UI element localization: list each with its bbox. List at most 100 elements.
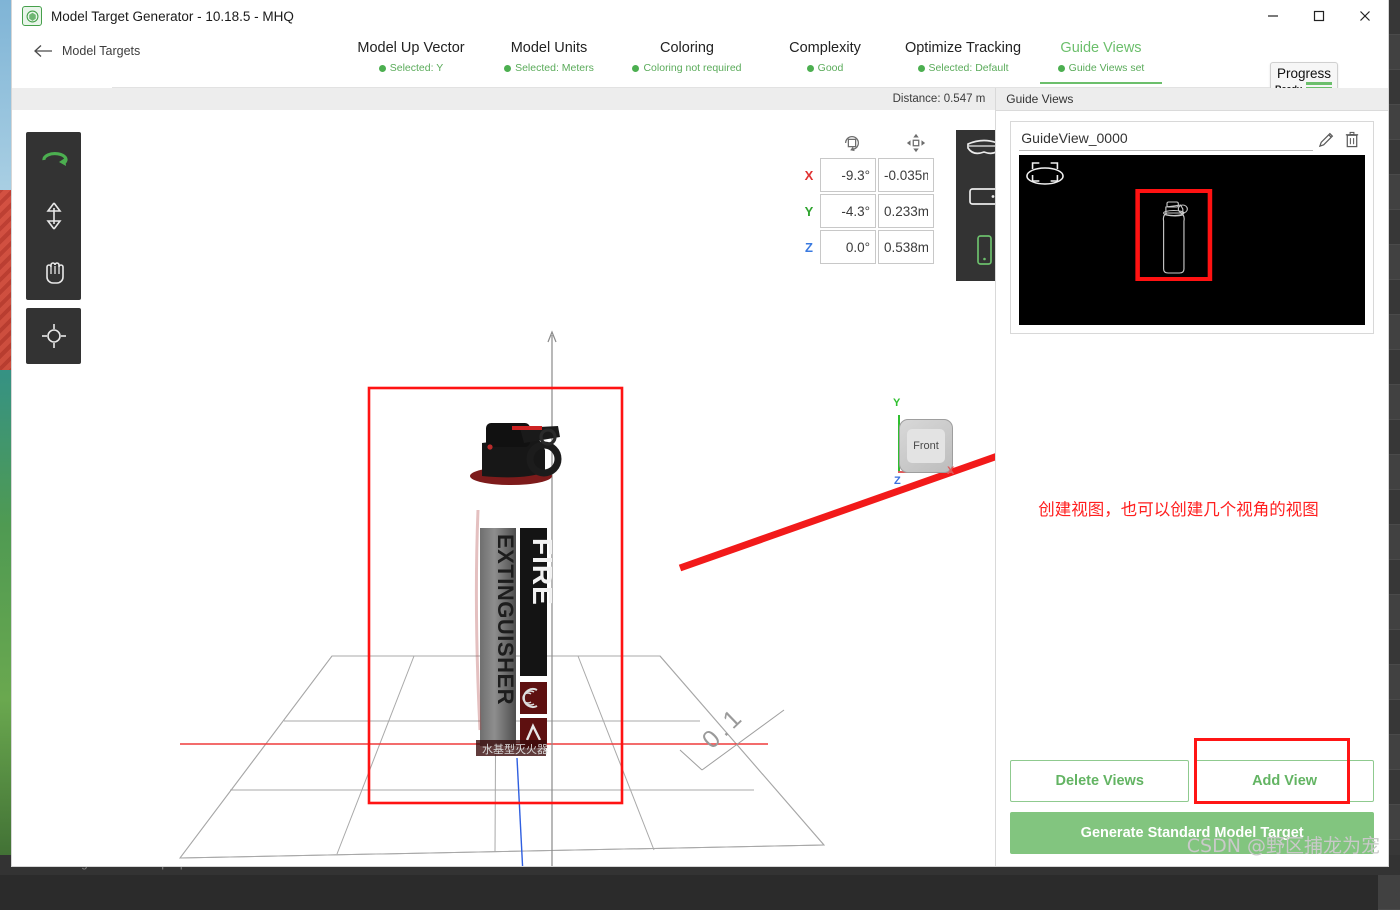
3d-viewport[interactable]: FIRE EXTINGUISHER 水基型灭火器 0.1 X -9.3° -0.… [12,110,996,866]
guide-view-card[interactable] [1010,121,1374,334]
edit-guide-view-button[interactable] [1313,129,1339,151]
orbit-icon [41,151,68,166]
step-model-units[interactable]: Model Units Selected: Meters [480,32,618,74]
svg-text:水基型灭火器: 水基型灭火器 [482,742,548,756]
cube-label-y: Y [893,397,901,409]
distance-value: 0.547 m [943,93,986,105]
app-window: Model Target Generator - 10.18.5 - MHQ M… [12,0,1388,866]
rotation-x-input[interactable] [820,158,876,192]
step-optimize-tracking[interactable]: Optimize Tracking Selected: Default [894,32,1032,74]
updown-arrows-icon [45,202,62,230]
step-coloring[interactable]: Coloring Coloring not required [618,32,756,74]
background-window-row [1378,875,1400,910]
minimize-button[interactable] [1250,0,1296,32]
ar-headset-device-button[interactable] [965,136,996,163]
step-status: Coloring not required [618,62,756,74]
phone-icon [976,235,992,265]
step-complexity[interactable]: Complexity Good [756,32,894,74]
arrow-left-icon [34,45,52,57]
device-selector [956,130,996,281]
status-dot-icon [378,64,386,72]
axis-label-z: Z [805,239,813,255]
csdn-watermark: CSDN @野区捕龙为宠 [1186,835,1380,857]
transform-widget: X Y Z [798,130,996,281]
rotation-y-input[interactable] [820,194,876,228]
guide-views-actions: Delete Views Add View [1010,760,1374,802]
fire-extinguisher-model: FIRE EXTINGUISHER 水基型灭火器 [469,423,562,760]
translation-z-input[interactable] [878,230,934,264]
maximize-button[interactable] [1296,0,1342,32]
step-status: Selected: Y [342,62,480,74]
cube-label-z: Z [894,475,901,487]
delete-guide-view-button[interactable] [1339,129,1365,151]
add-view-button[interactable]: Add View [1195,760,1374,802]
guide-views-panel-header: Guide Views [996,88,1388,111]
app-logo-icon [22,6,42,26]
step-name: Model Up Vector [357,40,465,56]
guide-view-card-header [1011,122,1373,155]
rotation-z-input[interactable] [820,230,876,264]
window-title: Model Target Generator - 10.18.5 - MHQ [51,8,294,24]
distance-label: Distance: [892,93,941,105]
viewport-column: Distance: 0.547 m FIRE EXTINGUISHER 水基型灭… [12,88,996,866]
step-status-text: Guide Views set [1068,62,1145,74]
transform-row-y: Y [798,194,948,228]
svg-text:FIRE: FIRE [527,538,558,606]
phone-device-button[interactable] [974,234,994,271]
step-name: Guide Views [1060,40,1142,56]
step-guide-views[interactable]: Guide Views Guide Views set [1032,32,1170,84]
dimension-right-label: 0.1 [697,702,750,755]
window-controls [1250,0,1388,32]
close-button[interactable] [1342,0,1388,32]
back-to-model-targets[interactable]: Model Targets [12,32,342,58]
cube-box[interactable]: Front [899,419,953,473]
view-cube[interactable]: Front Y X Z [885,393,955,488]
guide-view-thumbnail[interactable] [1019,155,1365,325]
step-status-text: Selected: Default [928,62,1009,74]
step-status-text: Selected: Meters [515,62,594,74]
pencil-icon [1318,132,1333,148]
ar-headset-icon [966,139,996,155]
axis-label-y: Y [804,203,814,219]
step-status: Selected: Meters [480,62,618,74]
chinese-annotation: 创建视图，也可以创建几个视角的视图 [1038,500,1319,519]
trash-icon [1345,131,1359,148]
status-dot-icon [917,64,925,72]
translation-y-input[interactable] [878,194,934,228]
hand-icon [45,262,64,284]
focus-tools-group [26,308,81,364]
guide-views-title: Guide Views [1006,92,1074,106]
focus-target-tool[interactable] [26,308,81,364]
viewport-infobar: Distance: 0.547 m [12,88,996,111]
step-model-up-vector[interactable]: Model Up Vector Selected: Y [342,32,480,74]
step-status: Selected: Default [894,62,1032,74]
axis-z-line [516,757,524,866]
axis-label-x: X [804,167,814,183]
zoom-vertical-tool[interactable] [26,188,81,244]
back-label: Model Targets [62,44,141,58]
cube-face-label[interactable]: Front [907,429,945,463]
guide-view-name-input[interactable] [1019,128,1313,151]
progress-label: Progress [1276,66,1332,81]
distance-readout: Distance: 0.547 m [893,93,996,105]
target-icon [41,324,66,348]
guide-views-list: 创建视图，也可以创建几个视角的视图 [996,111,1388,760]
pan-hand-tool[interactable] [26,244,81,300]
navigation-tools-group [26,132,81,300]
rotate-icon [845,136,859,152]
cube-label-x: X [947,465,955,477]
guide-view-preview [1019,155,1365,325]
status-dot-icon [632,64,640,72]
transform-row-z: Z [798,230,948,264]
step-name: Model Units [510,40,588,56]
tablet-device-button[interactable] [968,185,996,212]
translation-column-header [884,130,948,156]
delete-views-button[interactable]: Delete Views [1010,760,1190,802]
transform-row-x: X [798,158,948,192]
svg-text:EXTINGUISHER: EXTINGUISHER [493,534,518,705]
step-name: Complexity [789,40,861,56]
orbit-rotate-tool[interactable] [26,132,81,188]
translation-x-input[interactable] [878,158,934,192]
step-status-text: Selected: Y [389,62,444,74]
main-body: Distance: 0.547 m FIRE EXTINGUISHER 水基型灭… [12,88,1388,866]
